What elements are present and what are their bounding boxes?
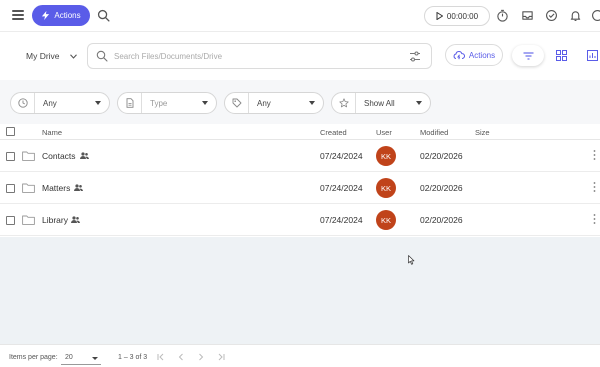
modified-date: 02/20/2026 [420, 215, 463, 225]
created-date: 07/24/2024 [320, 151, 363, 161]
next-page-icon[interactable] [196, 352, 206, 362]
modified-date: 02/20/2026 [420, 183, 463, 193]
drive-selector[interactable]: My Drive [26, 51, 77, 61]
caret-down-icon [309, 101, 315, 105]
column-header-modified[interactable]: Modified [420, 128, 448, 137]
column-header-size[interactable]: Size [475, 128, 490, 137]
search-placeholder: Search Files/Documents/Drive [114, 52, 223, 61]
clock-icon [17, 98, 28, 108]
actions-button[interactable]: Actions [32, 5, 90, 26]
tag-filter[interactable]: Any [224, 92, 324, 114]
timer-button[interactable]: 00:00:00 [424, 6, 490, 26]
row-checkbox[interactable] [6, 184, 15, 193]
caret-down-icon [92, 357, 98, 360]
favorites-filter[interactable]: Show All [331, 92, 431, 114]
menu-icon[interactable] [12, 10, 24, 20]
mouse-cursor-icon [408, 255, 415, 265]
table-row[interactable]: Matters 07/24/2024 KK 02/20/2026 [0, 172, 600, 204]
shared-users-icon [74, 184, 83, 191]
help-icon[interactable] [591, 9, 600, 22]
caret-down-icon [95, 101, 101, 105]
chevron-down-icon [69, 53, 77, 59]
pagination-footer: Items per page: 20 1 – 3 of 3 [0, 344, 600, 367]
filter-button[interactable] [512, 45, 544, 66]
lightning-icon [42, 11, 50, 20]
items-per-page-label: Items per page: [9, 354, 58, 361]
search-icon[interactable] [97, 9, 110, 22]
search-icon [96, 50, 108, 62]
stopwatch-icon[interactable] [496, 9, 509, 22]
drive-label: My Drive [26, 51, 60, 61]
file-name[interactable]: Library [42, 215, 68, 225]
document-icon [126, 98, 133, 108]
table-header: Name Created User Modified Size [0, 124, 600, 140]
folder-icon [22, 151, 35, 161]
tag-filter-value: Any [257, 98, 271, 108]
avatar[interactable]: KK [376, 210, 396, 230]
previous-page-icon[interactable] [176, 352, 186, 362]
column-header-name[interactable]: Name [42, 128, 62, 137]
caret-down-icon [202, 101, 208, 105]
toolbar: My Drive Search Files/Documents/Drive Ac… [0, 32, 600, 80]
select-all-checkbox[interactable] [6, 127, 15, 136]
cloud-actions-button[interactable]: Actions [445, 44, 503, 66]
top-bar: Actions 00:00:00 [0, 0, 600, 32]
items-per-page-select[interactable]: 20 [61, 351, 101, 365]
folder-icon [22, 183, 35, 193]
tag-icon [232, 98, 241, 108]
page-range: 1 – 3 of 3 [118, 354, 148, 361]
more-vertical-icon[interactable] [593, 149, 596, 161]
actions-button-label: Actions [54, 11, 81, 20]
more-vertical-icon[interactable] [593, 181, 596, 193]
chart-view-icon[interactable] [587, 50, 598, 61]
file-name[interactable]: Contacts [42, 151, 76, 161]
modified-date: 02/20/2026 [420, 151, 463, 161]
table-row[interactable]: Contacts 07/24/2024 KK 02/20/2026 [0, 140, 600, 172]
inbox-icon[interactable] [521, 9, 534, 22]
row-checkbox[interactable] [6, 152, 15, 161]
date-filter[interactable]: Any [10, 92, 110, 114]
file-table: Name Created User Modified Size Contacts… [0, 124, 600, 237]
table-row[interactable]: Library 07/24/2024 KK 02/20/2026 [0, 204, 600, 236]
avatar[interactable]: KK [376, 146, 396, 166]
filter-bar: Any Type Any Show All [0, 80, 600, 124]
favorites-filter-value: Show All [364, 98, 395, 108]
bell-icon[interactable] [569, 9, 582, 22]
date-filter-value: Any [43, 98, 57, 108]
column-header-user[interactable]: User [376, 128, 392, 137]
shared-users-icon [80, 152, 89, 159]
sliders-icon[interactable] [409, 51, 421, 62]
more-vertical-icon[interactable] [593, 213, 596, 225]
created-date: 07/24/2024 [320, 183, 363, 193]
play-icon [436, 12, 443, 20]
first-page-icon[interactable] [156, 352, 166, 362]
empty-list-area [0, 237, 600, 344]
type-filter[interactable]: Type [117, 92, 217, 114]
cloud-actions-label: Actions [468, 50, 496, 60]
caret-down-icon [416, 101, 422, 105]
created-date: 07/24/2024 [320, 215, 363, 225]
last-page-icon[interactable] [216, 352, 226, 362]
shared-users-icon [71, 216, 80, 223]
type-filter-placeholder: Type [150, 98, 168, 108]
folder-icon [22, 215, 35, 225]
timer-value: 00:00:00 [446, 11, 479, 21]
grid-view-icon[interactable] [556, 50, 567, 61]
search-input[interactable]: Search Files/Documents/Drive [87, 43, 432, 69]
cloud-lightning-icon [453, 51, 465, 60]
star-icon [338, 98, 349, 108]
filter-lines-icon [523, 51, 533, 60]
avatar[interactable]: KK [376, 178, 396, 198]
check-circle-icon[interactable] [545, 9, 558, 22]
column-header-created[interactable]: Created [320, 128, 347, 137]
row-checkbox[interactable] [6, 216, 15, 225]
items-per-page-value: 20 [65, 354, 73, 361]
file-name[interactable]: Matters [42, 183, 70, 193]
